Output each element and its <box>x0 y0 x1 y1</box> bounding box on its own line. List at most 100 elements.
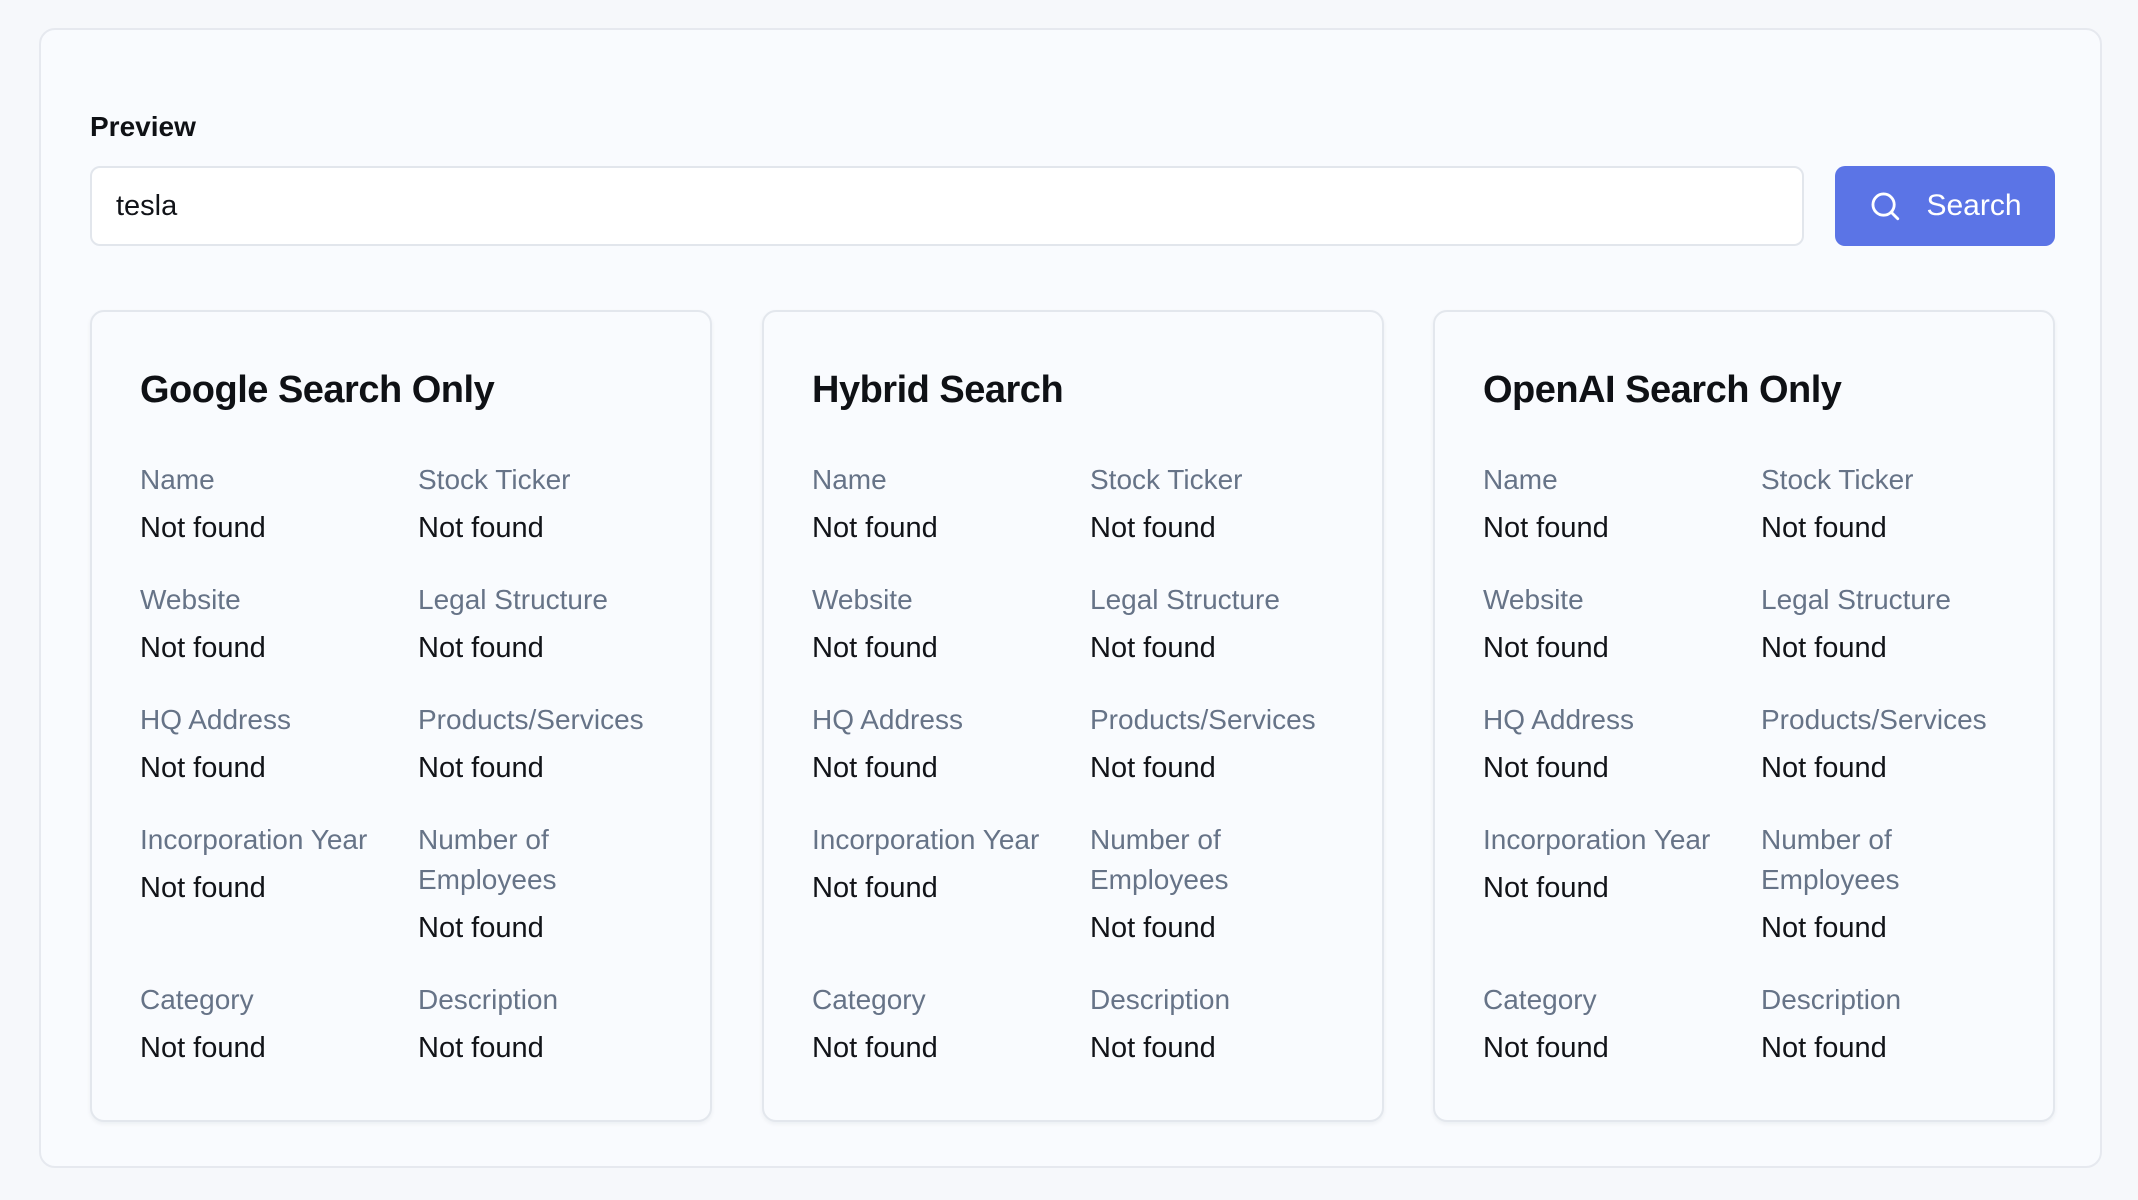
field-value: Not found <box>812 752 938 784</box>
field-label: Name <box>1483 464 1558 495</box>
field-legal-structure: Legal Structure Not found <box>418 580 673 668</box>
field-hq-address: HQ Address Not found <box>812 700 1067 788</box>
field-hq-address: HQ Address Not found <box>140 700 395 788</box>
field-value: Not found <box>1090 512 1216 544</box>
field-value: Not found <box>1483 872 1609 904</box>
field-label: Category <box>1483 984 1597 1015</box>
field-products-services: Products/Services Not found <box>418 700 673 788</box>
field-legal-structure: Legal Structure Not found <box>1090 580 1345 668</box>
field-products-services: Products/Services Not found <box>1090 700 1345 788</box>
preview-title: Preview <box>90 111 196 142</box>
field-value: Not found <box>812 872 938 904</box>
search-input[interactable] <box>90 166 1804 246</box>
field-description: Description Not found <box>1090 980 1345 1068</box>
field-description: Description Not found <box>1761 980 2016 1068</box>
field-label: Name <box>140 464 215 495</box>
field-value: Not found <box>1483 632 1609 664</box>
card-title: Google Search Only <box>140 369 495 411</box>
field-name: Name Not found <box>812 460 1067 548</box>
field-label: HQ Address <box>812 704 963 735</box>
field-value: Not found <box>418 912 544 944</box>
field-stock-ticker: Stock Ticker Not found <box>418 460 673 548</box>
field-label: Number of Employees <box>1090 824 1229 895</box>
field-value: Not found <box>1090 752 1216 784</box>
field-category: Category Not found <box>812 980 1067 1068</box>
field-label: HQ Address <box>140 704 291 735</box>
field-value: Not found <box>140 512 266 544</box>
card-title: OpenAI Search Only <box>1483 369 1842 411</box>
field-label: Name <box>812 464 887 495</box>
field-incorporation-year: Incorporation Year Not found <box>1483 820 1738 908</box>
field-hq-address: HQ Address Not found <box>1483 700 1738 788</box>
field-number-of-employees: Number of Employees Not found <box>1090 820 1330 948</box>
field-label: Website <box>1483 584 1584 615</box>
search-button-label: Search <box>1926 189 2022 222</box>
field-value: Not found <box>140 632 266 664</box>
field-label: Category <box>812 984 926 1015</box>
field-name: Name Not found <box>140 460 395 548</box>
card-title: Hybrid Search <box>812 369 1064 411</box>
field-label: Products/Services <box>418 704 644 735</box>
field-label: Description <box>1761 984 1902 1015</box>
field-website: Website Not found <box>1483 580 1738 668</box>
preview-panel: Preview Search Google Search Only Name N… <box>39 28 2102 1168</box>
field-value: Not found <box>418 752 544 784</box>
field-stock-ticker: Stock Ticker Not found <box>1761 460 2016 548</box>
field-name: Name Not found <box>1483 460 1738 548</box>
field-number-of-employees: Number of Employees Not found <box>418 820 658 948</box>
field-label: Legal Structure <box>418 584 608 615</box>
field-value: Not found <box>418 632 544 664</box>
field-value: Not found <box>1761 512 1887 544</box>
search-button[interactable]: Search <box>1835 166 2055 246</box>
field-category: Category Not found <box>1483 980 1738 1068</box>
field-value: Not found <box>1483 512 1609 544</box>
field-label: Category <box>140 984 254 1015</box>
field-incorporation-year: Incorporation Year Not found <box>140 820 395 908</box>
field-value: Not found <box>1761 632 1887 664</box>
field-label: Incorporation Year <box>1483 824 1711 855</box>
field-label: Incorporation Year <box>140 824 368 855</box>
field-label: Products/Services <box>1761 704 1987 735</box>
field-number-of-employees: Number of Employees Not found <box>1761 820 2001 948</box>
card-openai-search: OpenAI Search Only Name Not found Stock … <box>1433 310 2055 1122</box>
field-value: Not found <box>1761 1032 1887 1064</box>
field-label: Description <box>418 984 559 1015</box>
card-google-search: Google Search Only Name Not found Stock … <box>90 310 712 1122</box>
field-label: Stock Ticker <box>1090 464 1243 495</box>
field-value: Not found <box>1090 632 1216 664</box>
field-incorporation-year: Incorporation Year Not found <box>812 820 1067 908</box>
field-value: Not found <box>418 1032 544 1064</box>
field-value: Not found <box>1483 752 1609 784</box>
field-label: Website <box>140 584 241 615</box>
field-label: Stock Ticker <box>418 464 571 495</box>
field-value: Not found <box>140 752 266 784</box>
field-website: Website Not found <box>140 580 395 668</box>
field-label: Incorporation Year <box>812 824 1040 855</box>
field-value: Not found <box>812 512 938 544</box>
card-hybrid-search: Hybrid Search Name Not found Stock Ticke… <box>762 310 1384 1122</box>
field-category: Category Not found <box>140 980 395 1068</box>
field-value: Not found <box>140 872 266 904</box>
field-stock-ticker: Stock Ticker Not found <box>1090 460 1345 548</box>
field-value: Not found <box>812 1032 938 1064</box>
field-label: Website <box>812 584 913 615</box>
field-label: HQ Address <box>1483 704 1634 735</box>
field-website: Website Not found <box>812 580 1067 668</box>
results-cards: Google Search Only Name Not found Stock … <box>90 310 2055 1122</box>
search-icon <box>1868 189 1902 223</box>
field-products-services: Products/Services Not found <box>1761 700 2016 788</box>
field-value: Not found <box>1090 912 1216 944</box>
field-value: Not found <box>1483 1032 1609 1064</box>
field-value: Not found <box>418 512 544 544</box>
field-label: Description <box>1090 984 1231 1015</box>
field-value: Not found <box>140 1032 266 1064</box>
field-description: Description Not found <box>418 980 673 1068</box>
field-label: Legal Structure <box>1761 584 1951 615</box>
field-label: Number of Employees <box>418 824 557 895</box>
field-value: Not found <box>1761 912 1887 944</box>
field-value: Not found <box>1090 1032 1216 1064</box>
field-value: Not found <box>1761 752 1887 784</box>
field-label: Number of Employees <box>1761 824 1900 895</box>
field-label: Products/Services <box>1090 704 1316 735</box>
field-label: Stock Ticker <box>1761 464 1914 495</box>
